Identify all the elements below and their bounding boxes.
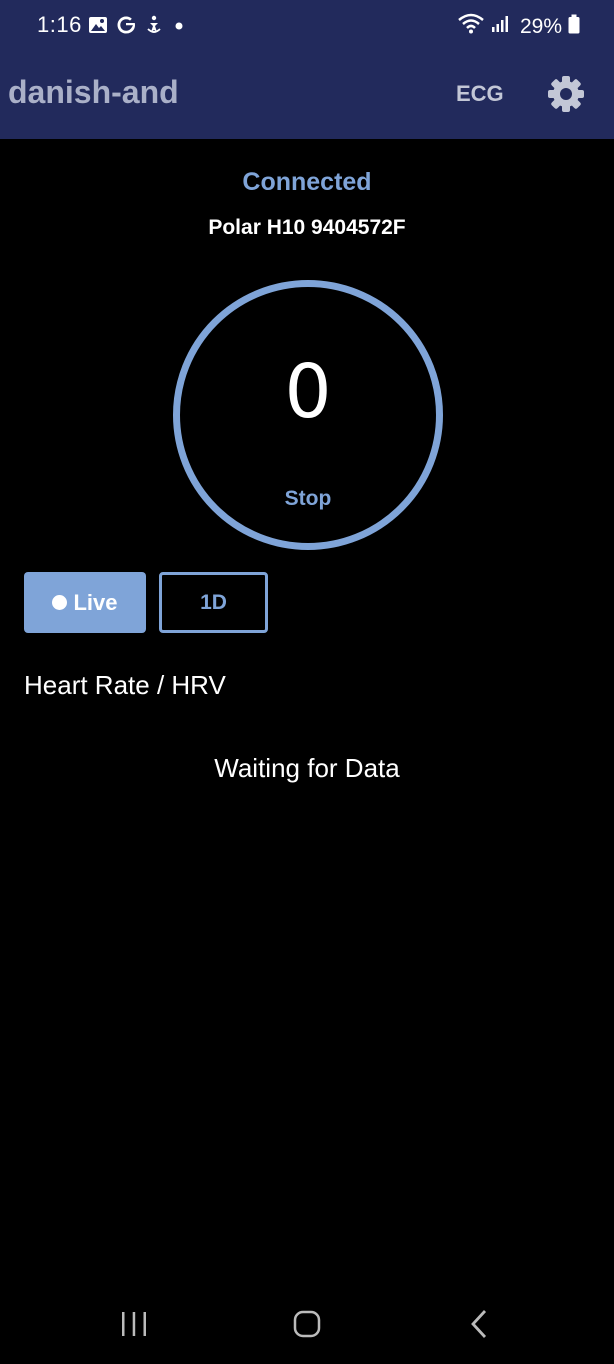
live-dot-icon bbox=[52, 595, 68, 610]
app-title: danish-and bbox=[8, 74, 179, 110]
battery-icon bbox=[568, 14, 580, 39]
live-label: Live bbox=[73, 589, 118, 615]
gallery-icon bbox=[88, 15, 108, 35]
stop-label: Stop bbox=[284, 487, 332, 510]
section-heading: Heart Rate / HRV bbox=[24, 670, 226, 700]
connection-status: Connected bbox=[242, 168, 372, 196]
heart-rate-value: 0 bbox=[284, 349, 332, 435]
back-button[interactable] bbox=[456, 1300, 504, 1348]
accessibility-icon bbox=[144, 15, 164, 35]
status-notification-icons bbox=[88, 15, 186, 35]
gear-icon bbox=[548, 76, 584, 112]
battery-percentage: 29% bbox=[519, 14, 562, 38]
ecg-button[interactable]: ECG bbox=[452, 78, 508, 110]
navigation-bar bbox=[0, 1284, 614, 1364]
home-button[interactable] bbox=[283, 1300, 331, 1348]
live-button[interactable]: Live bbox=[24, 572, 146, 633]
range-1d-label: 1D bbox=[200, 590, 227, 614]
signal-icon bbox=[490, 14, 510, 39]
back-icon bbox=[471, 1310, 487, 1338]
screen: 1:16 29% danish-and ECG Connected Polar … bbox=[0, 0, 614, 1364]
dot-icon bbox=[172, 15, 186, 35]
settings-button[interactable] bbox=[546, 74, 586, 114]
status-system-icons: 29% bbox=[458, 13, 580, 40]
recent-apps-button[interactable] bbox=[110, 1300, 158, 1348]
recent-apps-icon bbox=[122, 1312, 146, 1336]
home-icon bbox=[293, 1310, 321, 1338]
google-icon bbox=[116, 15, 136, 35]
status-time: 1:16 bbox=[37, 12, 82, 37]
status-bar: 1:16 29% bbox=[0, 0, 614, 56]
waiting-for-data-text: Waiting for Data bbox=[214, 753, 400, 783]
device-name: Polar H10 9404572F bbox=[208, 216, 406, 239]
wifi-icon bbox=[458, 13, 484, 40]
app-bar: danish-and ECG bbox=[0, 56, 614, 139]
range-1d-button[interactable]: 1D bbox=[159, 572, 268, 633]
heart-rate-stop-button[interactable]: 0 Stop bbox=[173, 280, 443, 550]
